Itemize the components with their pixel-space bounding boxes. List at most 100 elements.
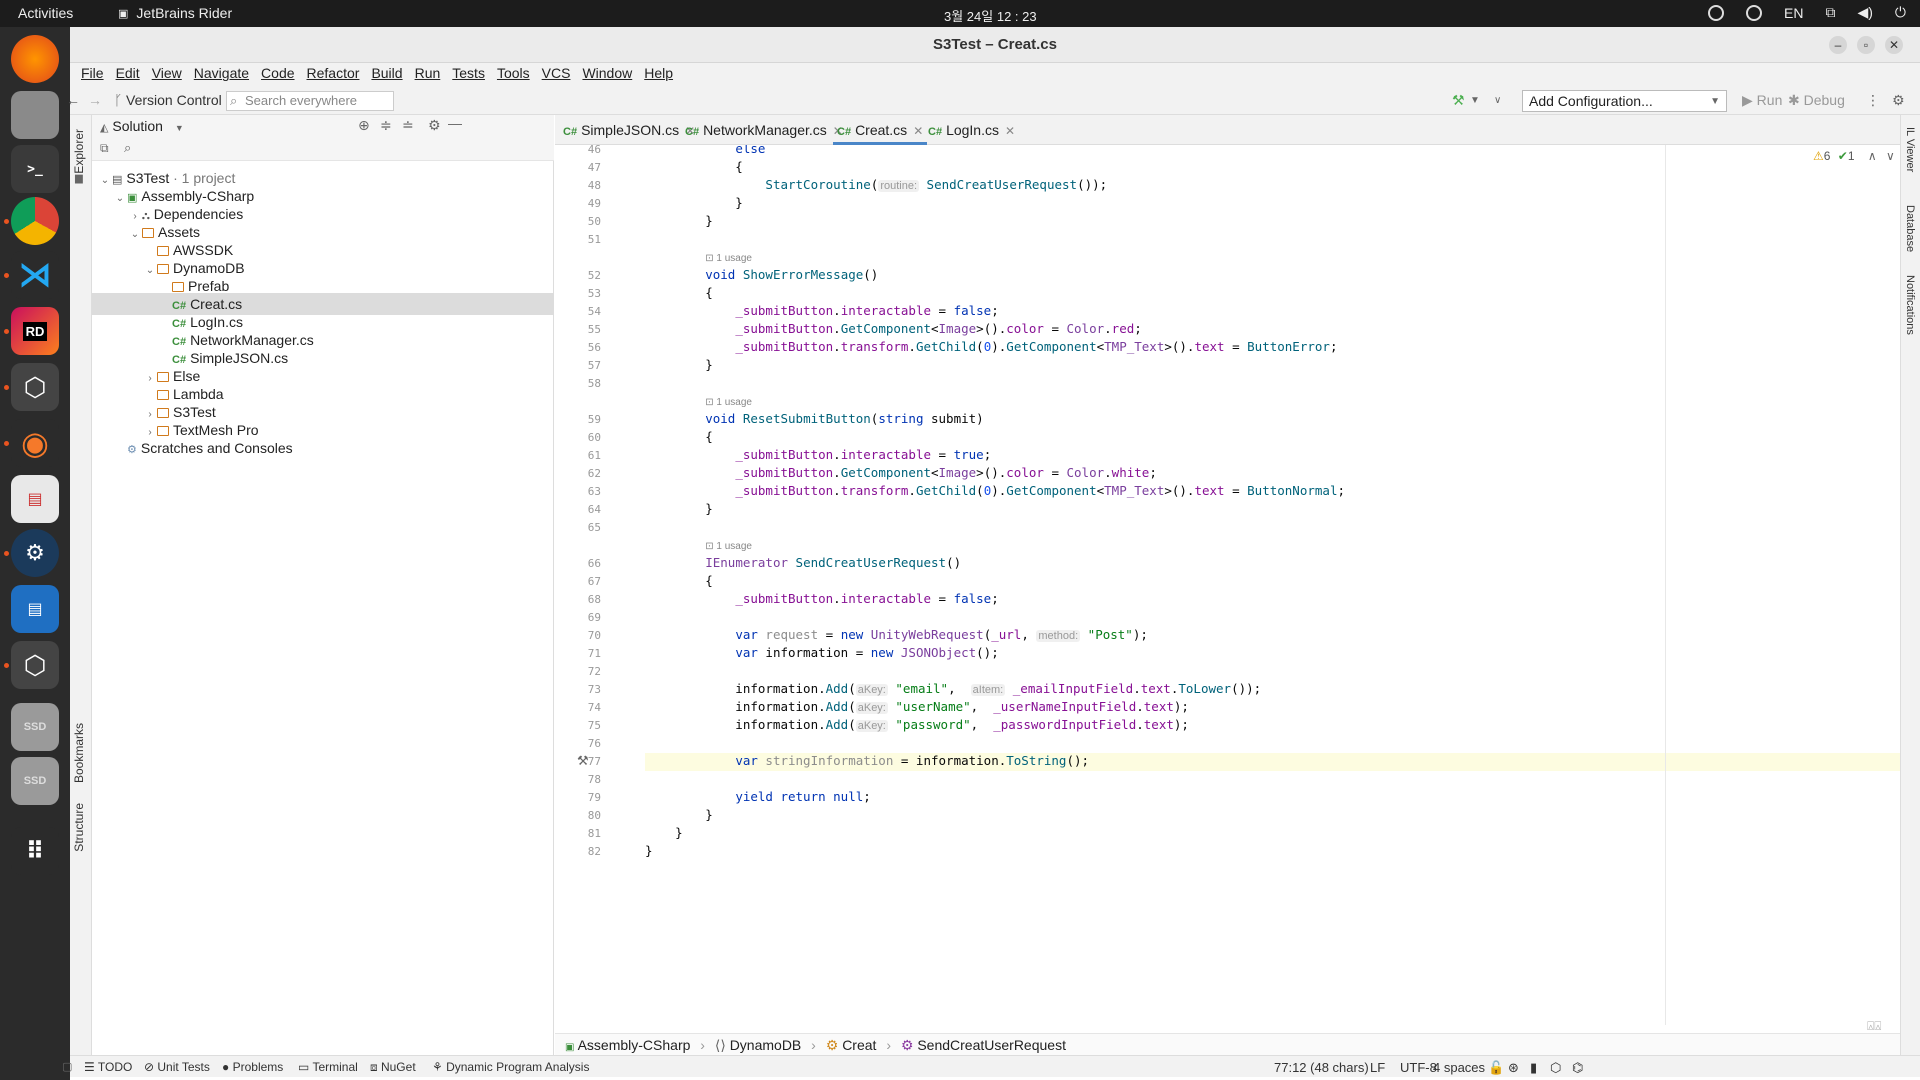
maximize-button[interactable]: ▫ — [1857, 36, 1875, 54]
menu-code[interactable]: Code — [255, 63, 300, 87]
code-line[interactable]: { — [645, 573, 713, 588]
menu-navigate[interactable]: Navigate — [188, 63, 255, 87]
code-line[interactable]: var stringInformation = information.ToSt… — [645, 753, 1089, 768]
unit-tests-tool-tab[interactable]: ⊘ Unit Tests — [144, 1060, 210, 1074]
code-line[interactable]: _submitButton.GetComponent<Image>().colo… — [645, 321, 1141, 336]
menu-run[interactable]: Run — [409, 63, 447, 87]
line-separator[interactable]: LF — [1370, 1060, 1385, 1075]
solution-status-icon[interactable]: ⊛ — [1508, 1060, 1519, 1076]
clock[interactable]: 3월 24일 12 : 23 — [944, 6, 1037, 25]
code-line[interactable]: StartCoroutine(routine: SendCreatUserReq… — [645, 177, 1107, 192]
close-window-button[interactable]: ✕ — [1885, 36, 1903, 54]
ssd-drive-icon[interactable]: SSD — [11, 703, 59, 751]
code-line[interactable]: _submitButton.interactable = false; — [645, 591, 998, 606]
activities-button[interactable]: Activities — [18, 5, 73, 21]
files-icon[interactable] — [11, 91, 59, 139]
breadcrumb-item[interactable]: ⚙ Creat — [826, 1037, 877, 1053]
menu-help[interactable]: Help — [638, 63, 679, 87]
code-line[interactable]: } — [645, 501, 713, 516]
menu-build[interactable]: Build — [365, 63, 408, 87]
terminal-icon[interactable]: >_ — [11, 145, 59, 193]
file-encoding[interactable]: UTF-8 — [1400, 1060, 1437, 1075]
code-line[interactable]: _submitButton.GetComponent<Image>().colo… — [645, 465, 1157, 480]
solution-view-selector[interactable]: ◭ Solution ▼ — [100, 118, 184, 134]
menu-window[interactable]: Window — [576, 63, 638, 87]
code-line[interactable]: } — [645, 807, 713, 822]
unity-editor-icon[interactable]: ⬡ — [11, 641, 59, 689]
breadcrumb-item[interactable]: ⚙ SendCreatUserRequest — [901, 1037, 1066, 1053]
close-tab-icon[interactable]: ✕ — [913, 124, 923, 138]
power-icon[interactable]: ⏻ — [1895, 4, 1906, 21]
ssd-drive-icon-2[interactable]: SSD — [11, 757, 59, 805]
system-tray[interactable]: EN ⧉ ◀) ⏻ — [1708, 4, 1906, 21]
explorer-settings-icon[interactable]: ⚙ — [428, 117, 441, 134]
volume-icon[interactable]: ◀) — [1857, 4, 1872, 21]
code-line[interactable]: _submitButton.transform.GetChild(0).GetC… — [645, 339, 1337, 354]
bookmarks-tool-tab[interactable]: Bookmarks — [72, 723, 86, 783]
code-line[interactable]: information.Add(aKey: "email", aItem: _e… — [645, 681, 1261, 696]
ai-assistant-icon[interactable]: ⍓⍓ — [1867, 1019, 1881, 1034]
menu-view[interactable]: View — [146, 63, 188, 87]
minimize-button[interactable]: – — [1829, 36, 1847, 54]
vscode-icon[interactable]: ⋊ — [11, 251, 59, 299]
database-tool-tab[interactable]: Database — [1904, 205, 1916, 252]
usage-hint[interactable]: ⊡ 1 usage — [645, 249, 752, 264]
code-area[interactable]: else { StartCoroutine(routine: SendCreat… — [645, 145, 1865, 1025]
code-line[interactable]: _submitButton.transform.GetChild(0).GetC… — [645, 483, 1345, 498]
menu-vcs[interactable]: VCS — [536, 63, 577, 87]
menu-tests[interactable]: Tests — [446, 63, 491, 87]
panel-toggle-icon[interactable]: ▢ — [62, 1060, 72, 1073]
menu-edit[interactable]: Edit — [110, 63, 146, 87]
text-editor-icon[interactable]: ▤ — [11, 475, 59, 523]
unity-tray-icon[interactable] — [1746, 4, 1763, 21]
writer-icon[interactable]: ▤ — [11, 585, 59, 633]
chrome-icon[interactable] — [11, 197, 59, 245]
version-control-button[interactable]: Version Control — [126, 92, 222, 108]
code-line[interactable]: var request = new UnityWebRequest(_url, … — [645, 627, 1148, 642]
menu-file[interactable]: File — [75, 63, 110, 87]
run-configuration-select[interactable]: Add Configuration... ▼ — [1522, 90, 1727, 112]
next-highlight-icon[interactable]: ∨ — [1886, 149, 1895, 163]
steam-tray-icon[interactable] — [1708, 4, 1725, 21]
network-icon[interactable]: ⧉ — [1825, 4, 1835, 21]
ai-status-icon[interactable]: ⌬ — [1572, 1060, 1583, 1076]
editor-gutter[interactable]: 46 47 48 49 50 51 52 53 54 55 56 57 58 59 60 61 62 63 64 65… — [555, 143, 645, 1025]
code-line[interactable]: _submitButton.interactable = true; — [645, 447, 991, 462]
tree-item[interactable]: ⚙ Scratches and Consoles — [92, 437, 554, 459]
code-line[interactable]: } — [645, 843, 653, 858]
code-line[interactable]: _submitButton.interactable = false; — [645, 303, 998, 318]
back-arrow-icon[interactable]: ← — [66, 92, 80, 108]
run-button[interactable]: ▶ Run — [1742, 92, 1782, 109]
code-line[interactable]: } — [645, 213, 713, 228]
tab-creat[interactable]: C# Creat.cs ✕ — [833, 115, 928, 145]
steam-icon[interactable]: ⚙ — [11, 529, 59, 577]
dpa-tool-tab[interactable]: ⚘ Dynamic Program Analysis — [432, 1060, 589, 1074]
unity-status-icon[interactable]: ⬡ — [1550, 1060, 1561, 1076]
locate-icon[interactable]: ⊕ — [358, 117, 370, 134]
code-line[interactable]: } — [645, 357, 713, 372]
tab-networkmanager[interactable]: C# NetworkManager.cs ✕ — [685, 115, 843, 145]
code-line[interactable]: { — [645, 159, 743, 174]
active-app-menu[interactable]: ▣ JetBrains Rider — [118, 5, 232, 21]
readonly-lock-icon[interactable]: 🔓 — [1488, 1060, 1504, 1076]
code-line[interactable]: yield return null; — [645, 789, 870, 804]
build-dropdown-icon[interactable]: ▼ — [1470, 95, 1480, 106]
breadcrumb-item[interactable]: ▣ Assembly-CSharp — [565, 1037, 690, 1053]
code-line[interactable]: information.Add(aKey: "password", _passw… — [645, 717, 1189, 732]
usage-hint[interactable]: ⊡ 1 usage — [645, 537, 752, 552]
config-chevron-icon[interactable]: ∨ — [1494, 95, 1501, 106]
rider-dock-icon[interactable]: RD — [11, 307, 59, 355]
code-line[interactable]: void ShowErrorMessage() — [645, 267, 878, 282]
code-line[interactable]: } — [645, 825, 683, 840]
forward-arrow-icon[interactable]: → — [88, 92, 102, 108]
show-apps-icon[interactable]: ⠿ — [11, 827, 59, 875]
menu-tools[interactable]: Tools — [491, 63, 536, 87]
usage-hint[interactable]: ⊡ 1 usage — [645, 393, 752, 408]
close-tab-icon[interactable]: ✕ — [1005, 124, 1015, 138]
more-actions-icon[interactable]: ⋮ — [1866, 92, 1880, 109]
unity-hub-icon[interactable]: ⬡ — [11, 363, 59, 411]
caret-position[interactable]: 77:12 (48 chars) — [1274, 1060, 1369, 1075]
tab-login[interactable]: C# LogIn.cs ✕ — [928, 115, 1015, 145]
build-hammer-icon[interactable]: ⚒ — [1452, 92, 1465, 109]
code-line[interactable]: information.Add(aKey: "userName", _userN… — [645, 699, 1189, 714]
